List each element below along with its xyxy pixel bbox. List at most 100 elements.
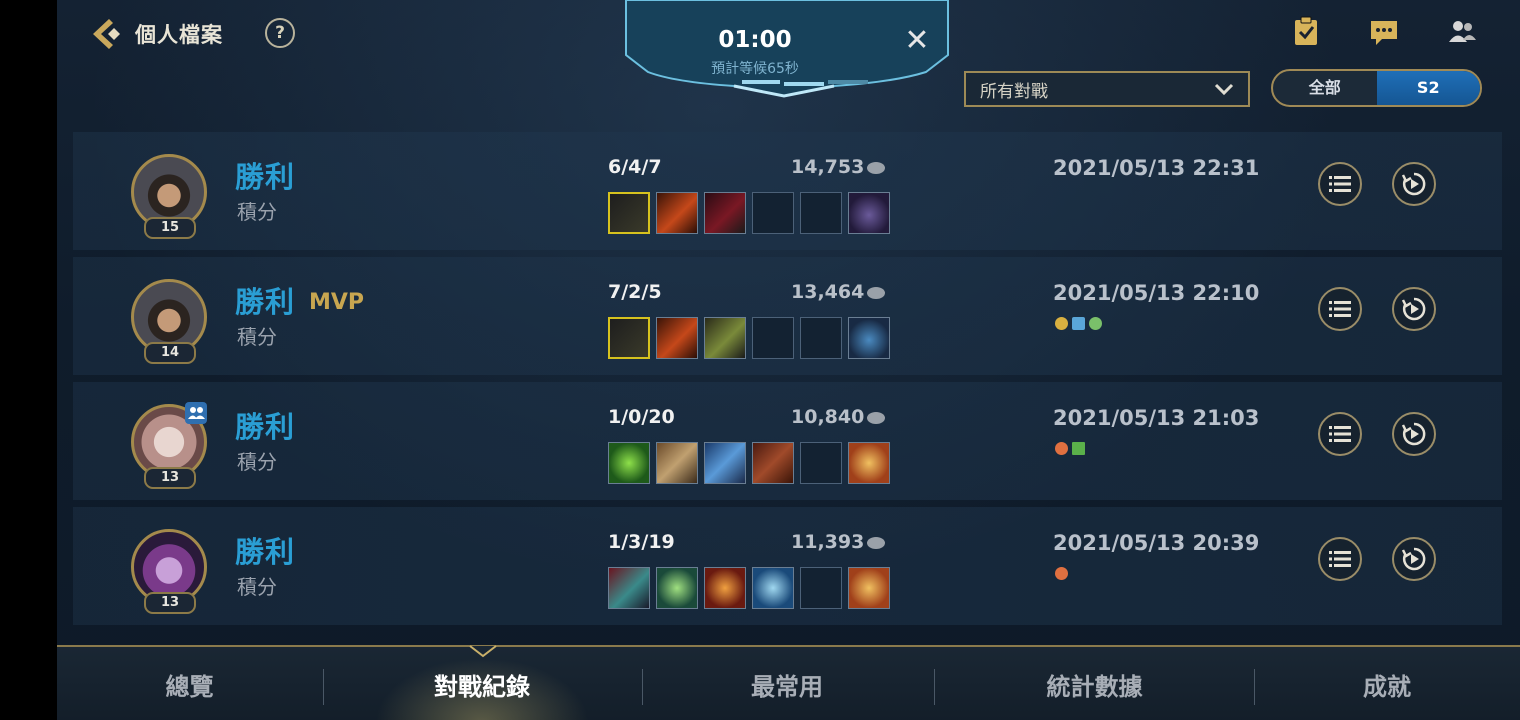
season-toggle: 全部 S2 [1271, 69, 1482, 107]
match-row[interactable]: 15 勝利 積分 6/4/7 14,753 2021/05/13 22:31 [73, 132, 1502, 250]
tab-most-used[interactable]: 最常用 [677, 647, 897, 720]
match-result: 勝利 [235, 285, 296, 319]
details-button[interactable] [1318, 537, 1362, 581]
clipboard-check-icon[interactable] [1290, 16, 1322, 48]
close-icon[interactable]: ✕ [903, 26, 931, 56]
item-slots [608, 442, 890, 484]
item-slot[interactable] [608, 442, 650, 484]
tab-match-history[interactable]: 對戰紀錄 [357, 647, 607, 720]
match-mode: 積分 [237, 325, 277, 349]
item-slot[interactable] [704, 567, 746, 609]
match-datetime: 2021/05/13 22:31 [1053, 156, 1260, 180]
item-slot-empty[interactable] [752, 317, 794, 359]
back-chevron-icon [93, 19, 120, 49]
match-row[interactable]: 14 勝利 MVP 積分 7/2/5 13,464 2021/05/13 22:… [73, 257, 1502, 375]
item-slot[interactable] [848, 442, 890, 484]
list-icon [1329, 426, 1351, 442]
item-slot-empty[interactable] [800, 317, 842, 359]
gold-amount: 14,753 [791, 156, 865, 178]
match-mode: 積分 [237, 200, 277, 224]
item-slot[interactable] [752, 567, 794, 609]
help-icon[interactable]: ? [265, 18, 295, 48]
details-button[interactable] [1318, 412, 1362, 456]
match-datetime: 2021/05/13 22:10 [1053, 281, 1260, 305]
details-button[interactable] [1318, 162, 1362, 206]
medal-list [1055, 567, 1068, 580]
replay-icon [1401, 172, 1426, 196]
item-slot[interactable] [752, 442, 794, 484]
match-type-dropdown[interactable]: 所有對戰 [964, 71, 1250, 107]
replay-button[interactable] [1392, 412, 1436, 456]
gold-coins-icon [1055, 317, 1068, 330]
item-slot-empty[interactable] [752, 192, 794, 234]
item-slot-empty[interactable] [800, 192, 842, 234]
item-slots [608, 192, 890, 234]
season-tab-s2[interactable]: S2 [1376, 71, 1480, 105]
assist-icon [1055, 442, 1068, 455]
list-icon [1329, 551, 1351, 567]
item-slot-empty[interactable] [800, 567, 842, 609]
item-slot[interactable] [656, 192, 698, 234]
item-slot[interactable] [656, 442, 698, 484]
item-slot[interactable] [656, 317, 698, 359]
divider [1254, 669, 1255, 705]
tab-statistics[interactable]: 統計數據 [972, 647, 1217, 720]
mvp-badge: MVP [309, 290, 365, 315]
flag-icon [1072, 442, 1085, 455]
friends-icon[interactable] [1446, 16, 1478, 48]
list-icon [1329, 301, 1351, 317]
back-button[interactable]: 個人檔案 [87, 14, 223, 54]
avatar: 15 [131, 154, 207, 239]
details-button[interactable] [1318, 287, 1362, 331]
assist-icon [1055, 567, 1068, 580]
level-badge: 13 [144, 592, 196, 614]
gold-icon [867, 412, 885, 424]
chevron-down-icon [1214, 83, 1234, 96]
item-slot[interactable] [848, 317, 890, 359]
item-slot[interactable] [848, 192, 890, 234]
match-row[interactable]: 13 勝利 積分 1/3/19 11,393 2021/05/13 20:39 [73, 507, 1502, 625]
item-slot[interactable] [704, 317, 746, 359]
kda: 7/2/5 [608, 281, 662, 303]
kda: 1/3/19 [608, 531, 675, 553]
medal-list [1055, 317, 1102, 330]
tab-achievements[interactable]: 成就 [1287, 647, 1487, 720]
replay-button[interactable] [1392, 537, 1436, 581]
bottom-nav: 總覽 對戰紀錄 最常用 統計數據 成就 [57, 645, 1520, 720]
item-slot[interactable] [656, 567, 698, 609]
level-badge: 14 [144, 342, 196, 364]
chat-icon[interactable] [1368, 16, 1400, 48]
season-tab-all[interactable]: 全部 [1273, 71, 1377, 105]
tower-icon [1072, 317, 1085, 330]
item-slot[interactable] [608, 192, 650, 234]
divider [934, 669, 935, 705]
match-mode: 積分 [237, 575, 277, 599]
gold-amount: 13,464 [791, 281, 865, 303]
replay-icon [1401, 422, 1426, 446]
avatar: 13 [131, 402, 207, 489]
item-slots [608, 317, 890, 359]
match-result: 勝利 [235, 160, 296, 194]
page-title: 個人檔案 [135, 23, 223, 47]
queue-panel: 01:00 預計等候65秒 ✕ [624, 0, 950, 100]
medal-list [1055, 442, 1085, 455]
item-slot-empty[interactable] [800, 442, 842, 484]
gold-amount: 10,840 [791, 406, 865, 428]
level-badge: 13 [144, 467, 196, 489]
avatar: 14 [131, 279, 207, 364]
replay-icon [1401, 297, 1426, 321]
replay-button[interactable] [1392, 287, 1436, 331]
divider [642, 669, 643, 705]
tab-overview[interactable]: 總覽 [87, 647, 292, 720]
item-slot[interactable] [704, 442, 746, 484]
item-slot[interactable] [608, 567, 650, 609]
item-slot[interactable] [608, 317, 650, 359]
replay-button[interactable] [1392, 162, 1436, 206]
match-row[interactable]: 13 勝利 積分 1/0/20 10,840 2021/05/13 21:03 [73, 382, 1502, 500]
avatar: 13 [131, 529, 207, 614]
item-slot[interactable] [848, 567, 890, 609]
gold-icon [867, 537, 885, 549]
match-type-value: 所有對戰 [980, 81, 1048, 102]
item-slot[interactable] [704, 192, 746, 234]
match-datetime: 2021/05/13 20:39 [1053, 531, 1260, 555]
